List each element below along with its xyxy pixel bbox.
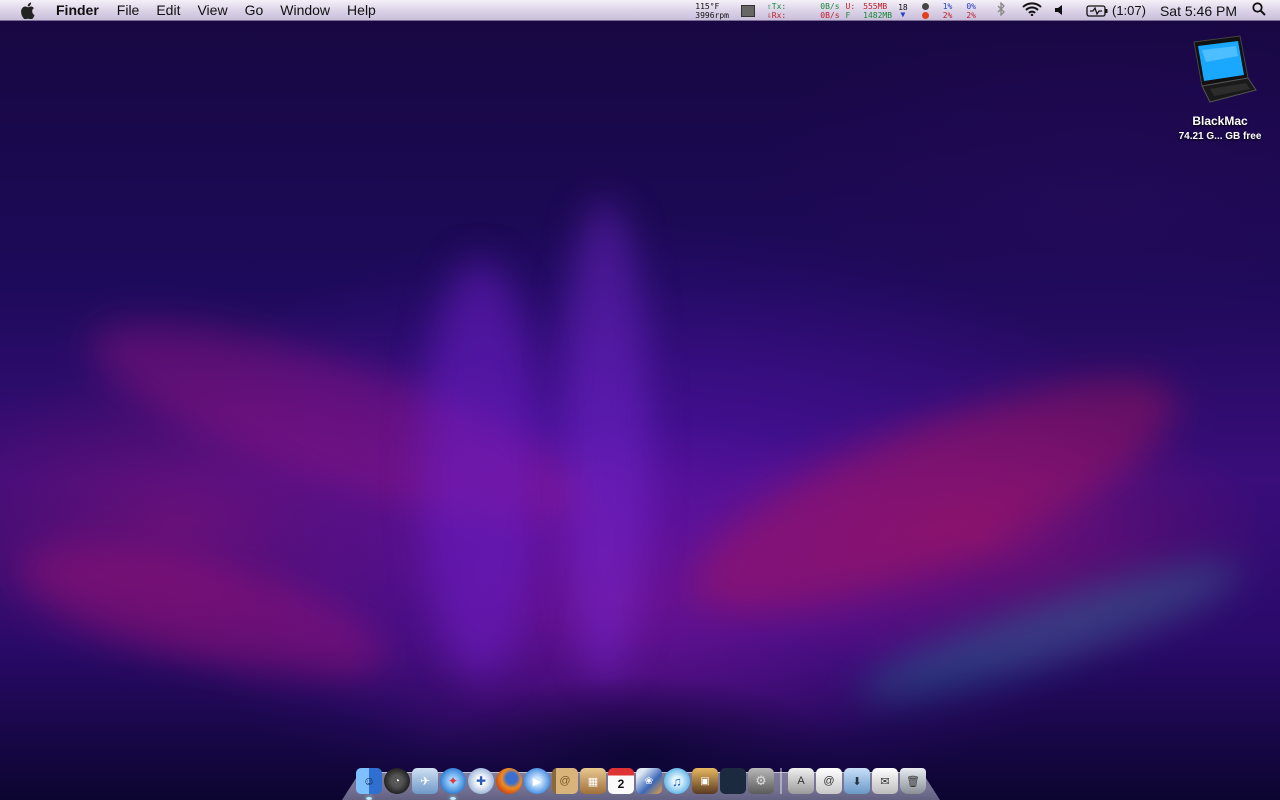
bluetooth-icon[interactable]	[996, 1, 1006, 19]
battery-time: (1:07)	[1111, 3, 1146, 18]
menu-view[interactable]: View	[197, 0, 227, 21]
finder-icon[interactable]: ☺	[356, 768, 382, 800]
cpu1-user: 1%	[942, 1, 953, 11]
laptop-drive-icon	[1193, 35, 1257, 103]
disk-count-arrow-icon: ▼	[900, 10, 906, 19]
downloads-stack-icon[interactable]: ⬇	[844, 768, 870, 794]
net-rx-row: ⇩Rx:	[767, 11, 786, 20]
memory-menu[interactable]: U: F 555MB 1482MB	[846, 2, 893, 20]
ical-icon[interactable]: 2	[608, 768, 634, 794]
menu-help[interactable]: Help	[347, 0, 376, 21]
firefox-icon[interactable]	[496, 768, 522, 794]
cpu1-sys: 2%	[942, 10, 953, 20]
temp-fan-menu[interactable]: 115°F 3996rpm	[695, 2, 729, 20]
battery-menu[interactable]: (1:07)	[1086, 3, 1146, 18]
menu-file[interactable]: File	[117, 0, 140, 21]
preview-icon[interactable]: ▦	[580, 768, 606, 794]
spotlight-icon[interactable]	[1252, 2, 1266, 19]
cpu1-menu[interactable]: 1% 2%	[943, 2, 953, 20]
fan-speed-readout: 3996rpm	[695, 10, 729, 20]
desktop-wallpaper	[0, 0, 1280, 800]
disk-name: BlackMac	[1192, 114, 1248, 128]
ichat-icon[interactable]: ▶	[524, 768, 550, 794]
net-tx-rate: 0B/s	[820, 1, 840, 11]
system-preferences-icon[interactable]: ⚙	[748, 768, 774, 794]
documents-stack-icon[interactable]: @	[816, 768, 842, 794]
net-tx-row: ⇧Tx:	[767, 2, 786, 11]
iphoto-icon[interactable]: ❀	[636, 768, 662, 794]
cpu2-menu[interactable]: 0% 2%	[966, 2, 976, 20]
volume-icon[interactable]	[1054, 3, 1066, 19]
mail-stack-icon[interactable]: ✉	[872, 768, 898, 794]
temperature-readout: 115°F	[695, 1, 720, 11]
itunes-icon[interactable]: ♫	[664, 768, 690, 794]
mem-used-value: 555MB	[863, 1, 888, 11]
network-utility-icon[interactable]: ✚	[468, 768, 494, 794]
menu-app-finder[interactable]: Finder	[56, 0, 99, 21]
disk-count-menu[interactable]: 18 ▼	[898, 3, 908, 19]
wifi-icon[interactable]	[1022, 2, 1042, 19]
dashboard-icon[interactable]: ◔	[384, 768, 410, 794]
net-tx-label: Tx:	[771, 1, 787, 11]
battery-icon	[1086, 4, 1108, 17]
cpu2-sys: 2%	[966, 10, 976, 20]
mem-used-label: U:	[845, 1, 856, 11]
menu-go[interactable]: Go	[245, 0, 264, 21]
status-area: 115°F 3996rpm ⇧Tx: ⇩Rx: 0B/s 0B/s U: F 5…	[695, 0, 1280, 21]
disk-activity-icon[interactable]	[740, 4, 755, 17]
clock[interactable]: Sat 5:46 PM	[1160, 3, 1237, 19]
mem-free-label: F	[845, 10, 851, 20]
disk-free-space: 74.21 G... GB free	[1178, 131, 1262, 142]
desktop-disk-blackmac[interactable]: BlackMac 74.21 G... GB free	[1168, 34, 1272, 142]
network-menu[interactable]: ⇧Tx: ⇩Rx: 0B/s 0B/s	[767, 2, 840, 20]
menu-edit[interactable]: Edit	[156, 0, 180, 21]
safari-icon[interactable]: ✦	[440, 768, 466, 800]
dock-separator	[780, 768, 782, 794]
trash-icon[interactable]: 🗑	[900, 768, 926, 794]
menu-window[interactable]: Window	[280, 0, 330, 21]
cpu-indicator-icon[interactable]	[921, 2, 929, 19]
menu-bar: Finder File Edit View Go Window Help 115…	[0, 0, 1280, 21]
net-rx-label: Rx:	[771, 10, 787, 20]
spaces-icon[interactable]	[720, 768, 746, 794]
applications-stack-icon[interactable]: A	[788, 768, 814, 794]
net-rx-rate: 0B/s	[820, 10, 840, 20]
dock: ☺ ◔ ✈ ✦ ✚ ▶ @ ▦ 2 ❀ ♫ ▣ ⚙ A @ ⬇ ✉ 🗑	[356, 762, 928, 800]
mem-free-value: 1482MB	[863, 10, 893, 20]
cpu2-user: 0%	[966, 1, 976, 11]
address-book-icon[interactable]: @	[552, 768, 578, 794]
apple-menu-icon[interactable]	[19, 2, 39, 19]
mail-icon[interactable]: ✈	[412, 768, 438, 794]
ical-day: 2	[617, 777, 625, 791]
photo-booth-icon[interactable]: ▣	[692, 768, 718, 794]
